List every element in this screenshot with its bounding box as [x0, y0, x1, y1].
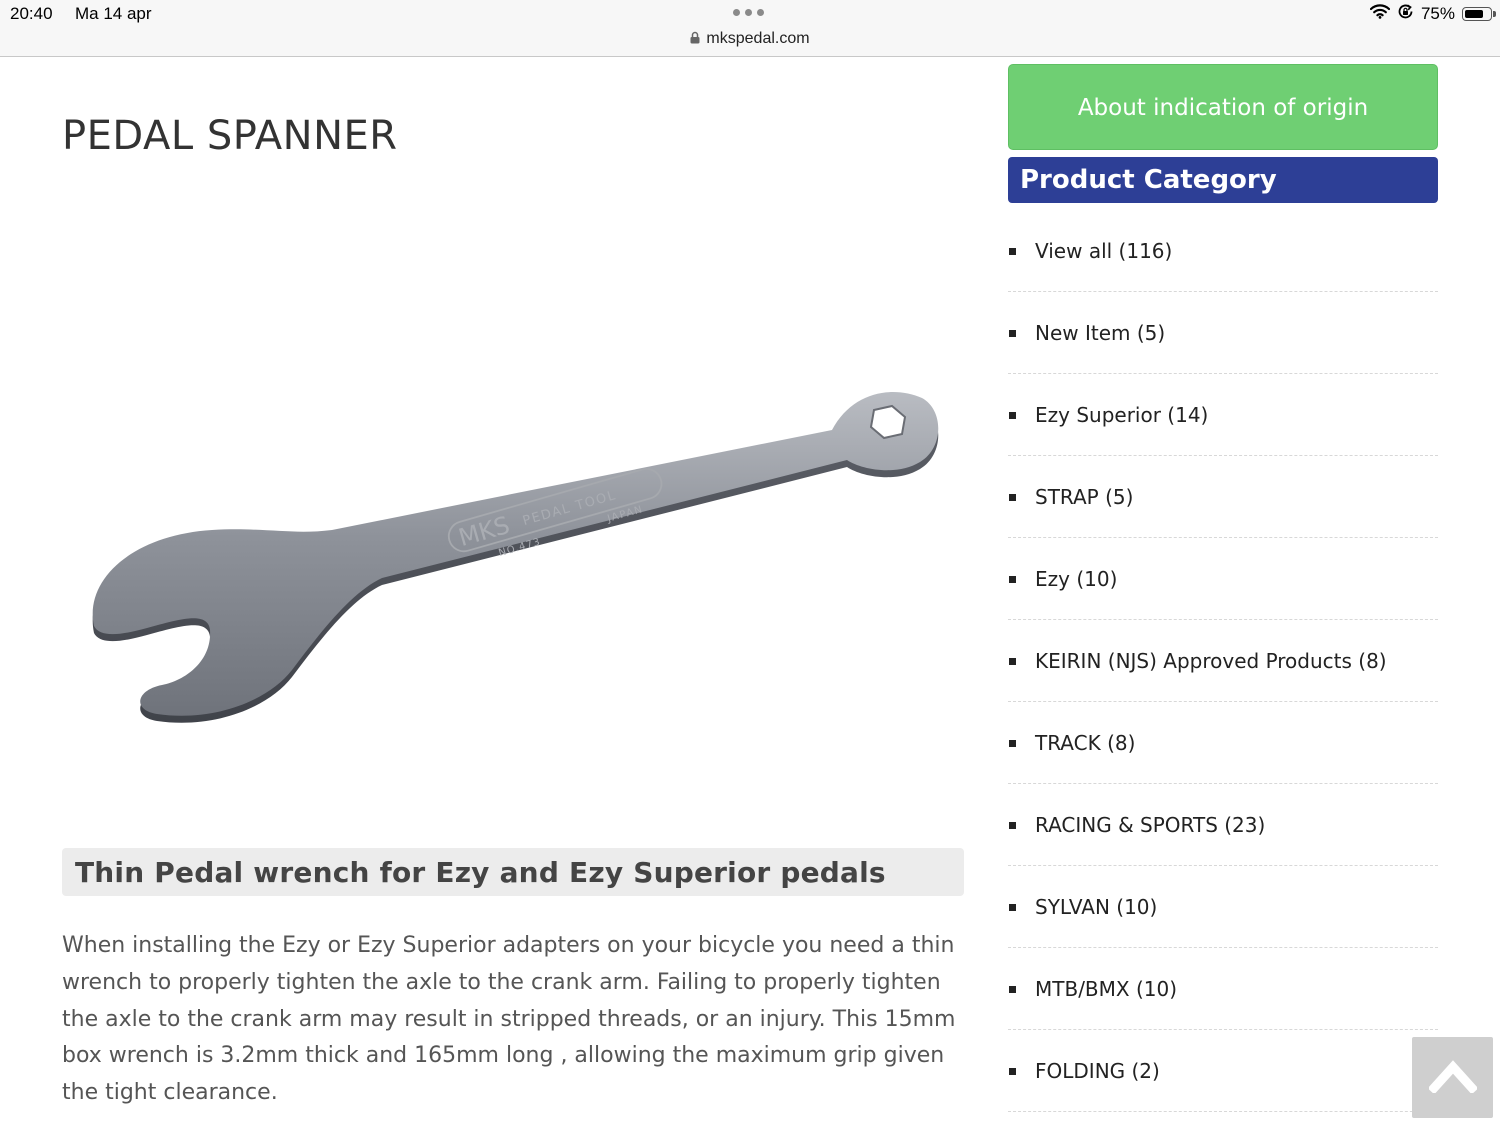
page-title: PEDAL SPANNER: [62, 113, 398, 159]
bullet-icon: [1009, 740, 1016, 747]
bullet-icon: [1009, 904, 1016, 911]
battery-icon: [1462, 7, 1496, 21]
category-item[interactable]: RACING & SPORTS (23): [1008, 784, 1438, 866]
category-link[interactable]: View all (116): [1035, 239, 1172, 263]
bullet-icon: [1009, 248, 1016, 255]
bullet-icon: [1009, 658, 1016, 665]
orientation-lock-icon: [1397, 3, 1414, 25]
url-text: mkspedal.com: [706, 30, 810, 47]
category-list: View all (116) New Item (5) Ezy Superior…: [1008, 210, 1438, 1112]
origin-indication-button[interactable]: About indication of origin: [1008, 64, 1438, 150]
lock-icon: [690, 31, 700, 49]
bullet-icon: [1009, 576, 1016, 583]
bullet-icon: [1009, 822, 1016, 829]
category-item[interactable]: FOLDING (2): [1008, 1030, 1438, 1112]
battery-percent: 75%: [1420, 4, 1455, 23]
category-item[interactable]: Ezy (10): [1008, 538, 1438, 620]
multitasking-dots-icon[interactable]: [733, 9, 764, 16]
category-link[interactable]: STRAP (5): [1035, 485, 1133, 509]
category-link[interactable]: Ezy Superior (14): [1035, 403, 1208, 427]
category-item[interactable]: KEIRIN (NJS) Approved Products (8): [1008, 620, 1438, 702]
status-indicators: 75%: [1369, 3, 1496, 25]
bullet-icon: [1009, 412, 1016, 419]
category-link[interactable]: Ezy (10): [1035, 567, 1117, 591]
category-item[interactable]: STRAP (5): [1008, 456, 1438, 538]
status-time: 20:40: [10, 4, 53, 23]
category-link[interactable]: SYLVAN (10): [1035, 895, 1157, 919]
category-header: Product Category: [1008, 157, 1438, 203]
bullet-icon: [1009, 986, 1016, 993]
back-to-top-button[interactable]: [1412, 1037, 1493, 1118]
category-item[interactable]: SYLVAN (10): [1008, 866, 1438, 948]
address-bar[interactable]: mkspedal.com: [0, 30, 1500, 49]
wifi-icon: [1369, 4, 1391, 24]
bullet-icon: [1009, 330, 1016, 337]
category-item[interactable]: New Item (5): [1008, 292, 1438, 374]
chevron-up-icon: [1427, 1059, 1478, 1097]
product-subheading: Thin Pedal wrench for Ezy and Ezy Superi…: [62, 848, 964, 896]
category-item[interactable]: Ezy Superior (14): [1008, 374, 1438, 456]
product-image: MKS PEDAL TOOL JAPAN NO.473: [62, 330, 962, 750]
category-link[interactable]: FOLDING (2): [1035, 1059, 1160, 1083]
category-link[interactable]: KEIRIN (NJS) Approved Products (8): [1035, 649, 1387, 673]
bullet-icon: [1009, 494, 1016, 501]
category-item[interactable]: MTB/BMX (10): [1008, 948, 1438, 1030]
status-bar: 20:40 Ma 14 apr mkspedal.com 75%: [0, 0, 1500, 57]
category-link[interactable]: MTB/BMX (10): [1035, 977, 1177, 1001]
category-link[interactable]: TRACK (8): [1035, 731, 1135, 755]
category-item[interactable]: View all (116): [1008, 210, 1438, 292]
category-link[interactable]: RACING & SPORTS (23): [1035, 813, 1265, 837]
bullet-icon: [1009, 1068, 1016, 1075]
product-description: When installing the Ezy or Ezy Superior …: [62, 933, 956, 1106]
category-item[interactable]: TRACK (8): [1008, 702, 1438, 784]
status-date: Ma 14 apr: [75, 4, 152, 23]
category-link[interactable]: New Item (5): [1035, 321, 1165, 345]
